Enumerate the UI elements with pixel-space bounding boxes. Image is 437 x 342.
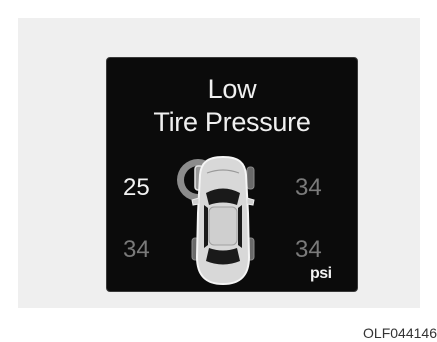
rear-right-pressure: 34	[295, 236, 322, 263]
figure-code: OLF044146	[363, 325, 437, 341]
rear-left-pressure: 34	[123, 236, 150, 263]
front-right-pressure: 34	[295, 174, 322, 201]
pressure-unit-label: psi	[310, 265, 332, 282]
tpms-display: Low Tire Pressure 25 34 34 34 psi	[106, 57, 358, 292]
title-line-1: Low	[207, 74, 257, 104]
title-line-2: Tire Pressure	[153, 107, 311, 137]
front-left-pressure: 25	[123, 174, 150, 201]
car-top-view-icon	[177, 155, 255, 286]
front-right-tire-icon	[246, 166, 255, 190]
